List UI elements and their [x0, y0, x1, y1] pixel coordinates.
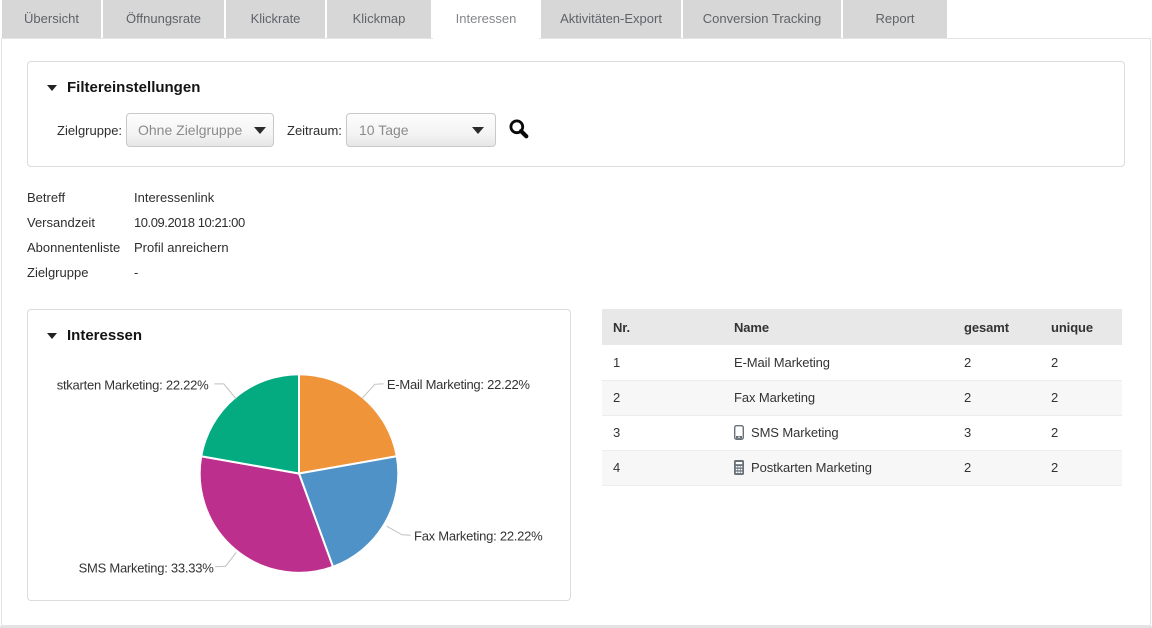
- svg-text:stkarten Marketing: 22.22%: stkarten Marketing: 22.22%: [57, 378, 209, 393]
- svg-text:SMS Marketing: 33.33%: SMS Marketing: 33.33%: [79, 561, 215, 576]
- svg-text:E-Mail Marketing: 22.22%: E-Mail Marketing: 22.22%: [387, 377, 531, 392]
- svg-text:Fax Marketing: 22.22%: Fax Marketing: 22.22%: [414, 529, 543, 544]
